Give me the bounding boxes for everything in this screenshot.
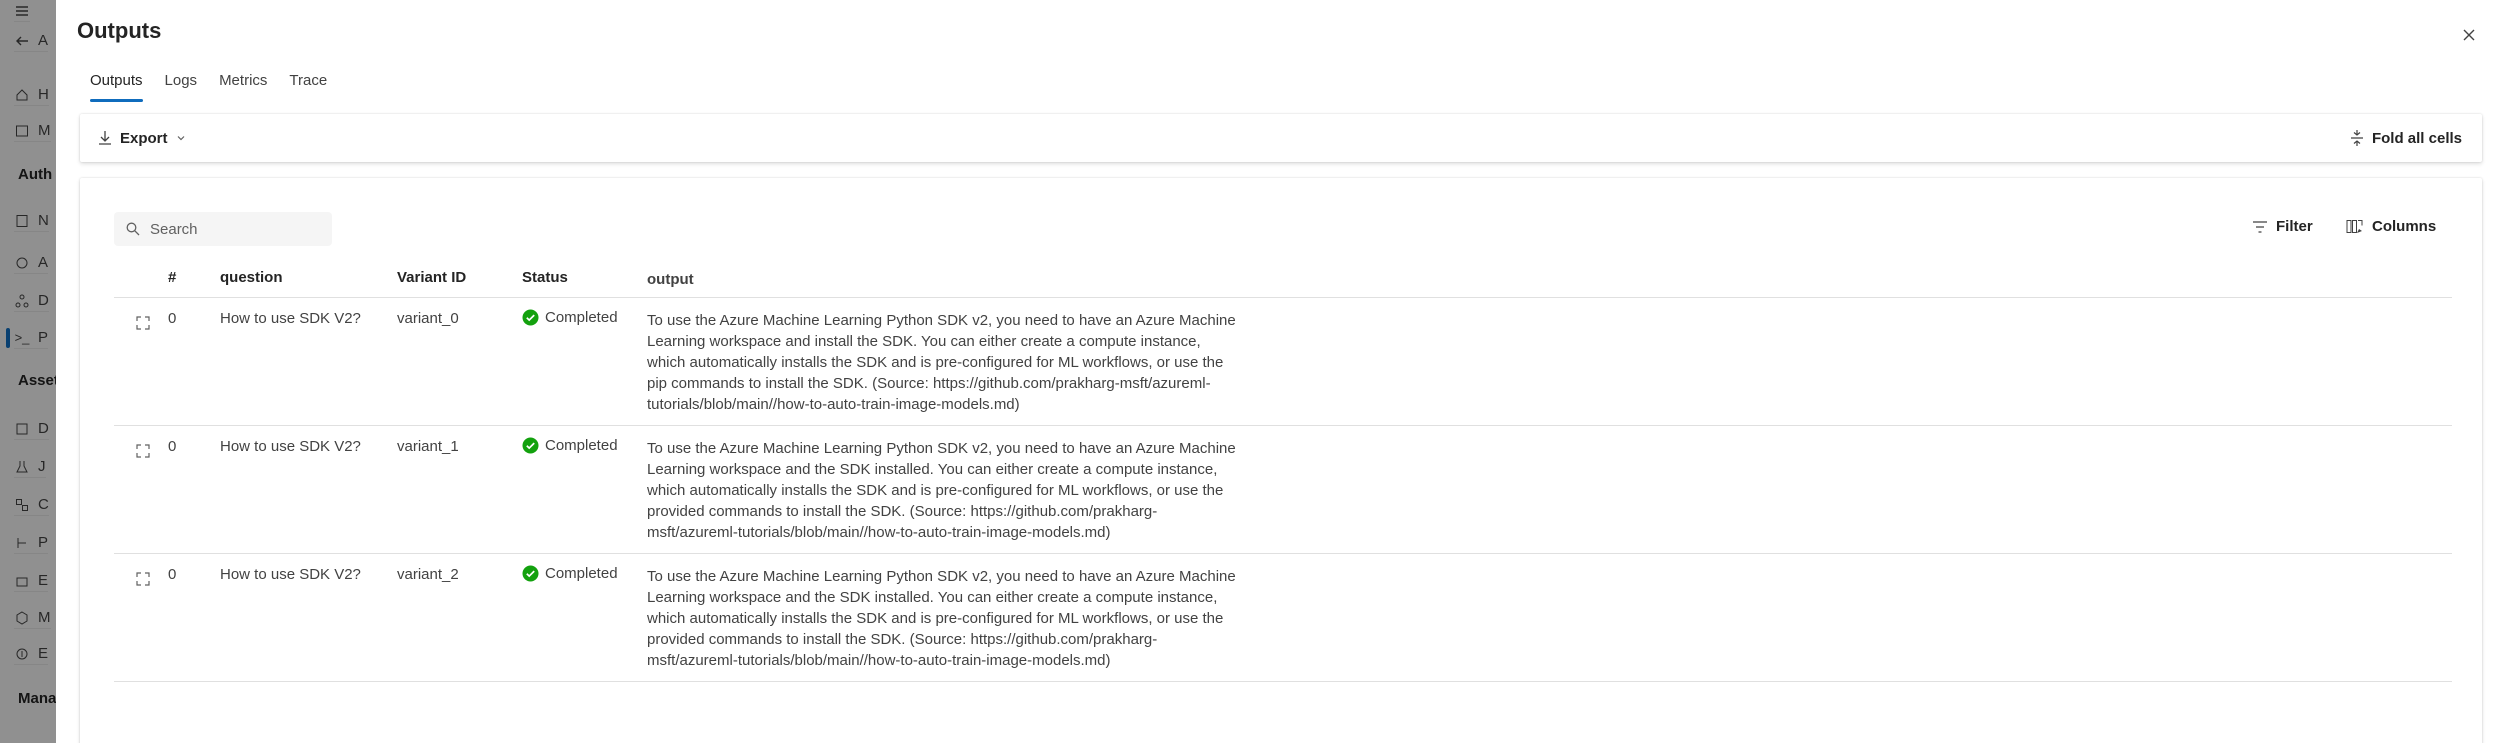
- export-label: Export: [120, 129, 168, 147]
- table-row[interactable]: 0 How to use SDK V2? variant_0 Completed…: [114, 298, 2452, 426]
- column-header-variant-id[interactable]: Variant ID: [397, 269, 466, 286]
- close-icon: [2463, 29, 2475, 41]
- expand-icon: [136, 572, 150, 586]
- status-label: Completed: [545, 437, 618, 454]
- status-label: Completed: [545, 565, 618, 582]
- outputs-grid-card: Filter Columns # question Variant ID Sta…: [80, 178, 2482, 743]
- completed-check-icon: [522, 565, 539, 582]
- expand-row-button[interactable]: [134, 314, 152, 332]
- table-row[interactable]: 0 How to use SDK V2? variant_2 Completed…: [114, 554, 2452, 682]
- table-header-row: # question Variant ID Status output: [114, 258, 2452, 298]
- search-box[interactable]: [114, 212, 332, 246]
- column-header-number[interactable]: #: [168, 269, 176, 286]
- columns-button[interactable]: Columns: [2346, 218, 2436, 235]
- search-input[interactable]: [150, 220, 320, 238]
- cell-question: How to use SDK V2?: [220, 310, 361, 327]
- cell-number: 0: [168, 438, 177, 455]
- fold-all-cells-button[interactable]: Fold all cells: [2350, 126, 2462, 150]
- cell-number: 0: [168, 310, 177, 327]
- fold-icon: [2350, 130, 2363, 146]
- column-header-status[interactable]: Status: [522, 269, 568, 286]
- columns-label: Columns: [2372, 218, 2437, 235]
- status-label: Completed: [545, 309, 618, 326]
- column-header-output[interactable]: output: [647, 269, 1237, 290]
- cell-output: To use the Azure Machine Learning Python…: [647, 568, 1236, 669]
- columns-icon: [2346, 219, 2363, 233]
- filter-label: Filter: [2276, 218, 2313, 235]
- column-header-question[interactable]: question: [220, 269, 283, 286]
- cell-output: To use the Azure Machine Learning Python…: [647, 312, 1236, 413]
- download-icon: [99, 131, 111, 145]
- cell-variant-id: variant_1: [397, 438, 459, 455]
- fold-all-cells-label: Fold all cells: [2371, 129, 2462, 147]
- overlay-scrim[interactable]: [0, 0, 56, 743]
- cell-output: To use the Azure Machine Learning Python…: [647, 440, 1236, 541]
- filter-icon: [2253, 220, 2267, 233]
- chevron-down-icon: [177, 136, 184, 141]
- cell-question: How to use SDK V2?: [220, 566, 361, 583]
- cell-variant-id: variant_0: [397, 310, 459, 327]
- filter-button[interactable]: Filter: [2252, 218, 2313, 235]
- outputs-table: # question Variant ID Status output 0 Ho…: [114, 258, 2452, 682]
- expand-icon: [136, 444, 150, 458]
- expand-row-button[interactable]: [134, 442, 152, 460]
- cell-variant-id: variant_2: [397, 566, 459, 583]
- expand-icon: [136, 316, 150, 330]
- close-button[interactable]: [2456, 22, 2482, 48]
- toolbar: Export Fold all cells: [80, 114, 2482, 162]
- cell-status: Completed: [522, 309, 618, 326]
- tab-trace[interactable]: Trace: [289, 68, 327, 106]
- cell-question: How to use SDK V2?: [220, 438, 361, 455]
- tab-outputs[interactable]: Outputs: [90, 68, 143, 106]
- completed-check-icon: [522, 437, 539, 454]
- tab-metrics[interactable]: Metrics: [219, 68, 267, 106]
- completed-check-icon: [522, 309, 539, 326]
- search-icon: [126, 222, 140, 236]
- table-row[interactable]: 0 How to use SDK V2? variant_1 Completed…: [114, 426, 2452, 554]
- tab-logs[interactable]: Logs: [165, 68, 198, 106]
- panel-title: Outputs: [77, 18, 162, 43]
- expand-row-button[interactable]: [134, 570, 152, 588]
- cell-number: 0: [168, 566, 177, 583]
- outputs-panel: Outputs Outputs Logs Metrics Trace Expor…: [56, 0, 2496, 743]
- tab-list: Outputs Logs Metrics Trace: [90, 68, 349, 106]
- cell-status: Completed: [522, 437, 618, 454]
- export-button[interactable]: Export: [98, 126, 186, 150]
- cell-status: Completed: [522, 565, 618, 582]
